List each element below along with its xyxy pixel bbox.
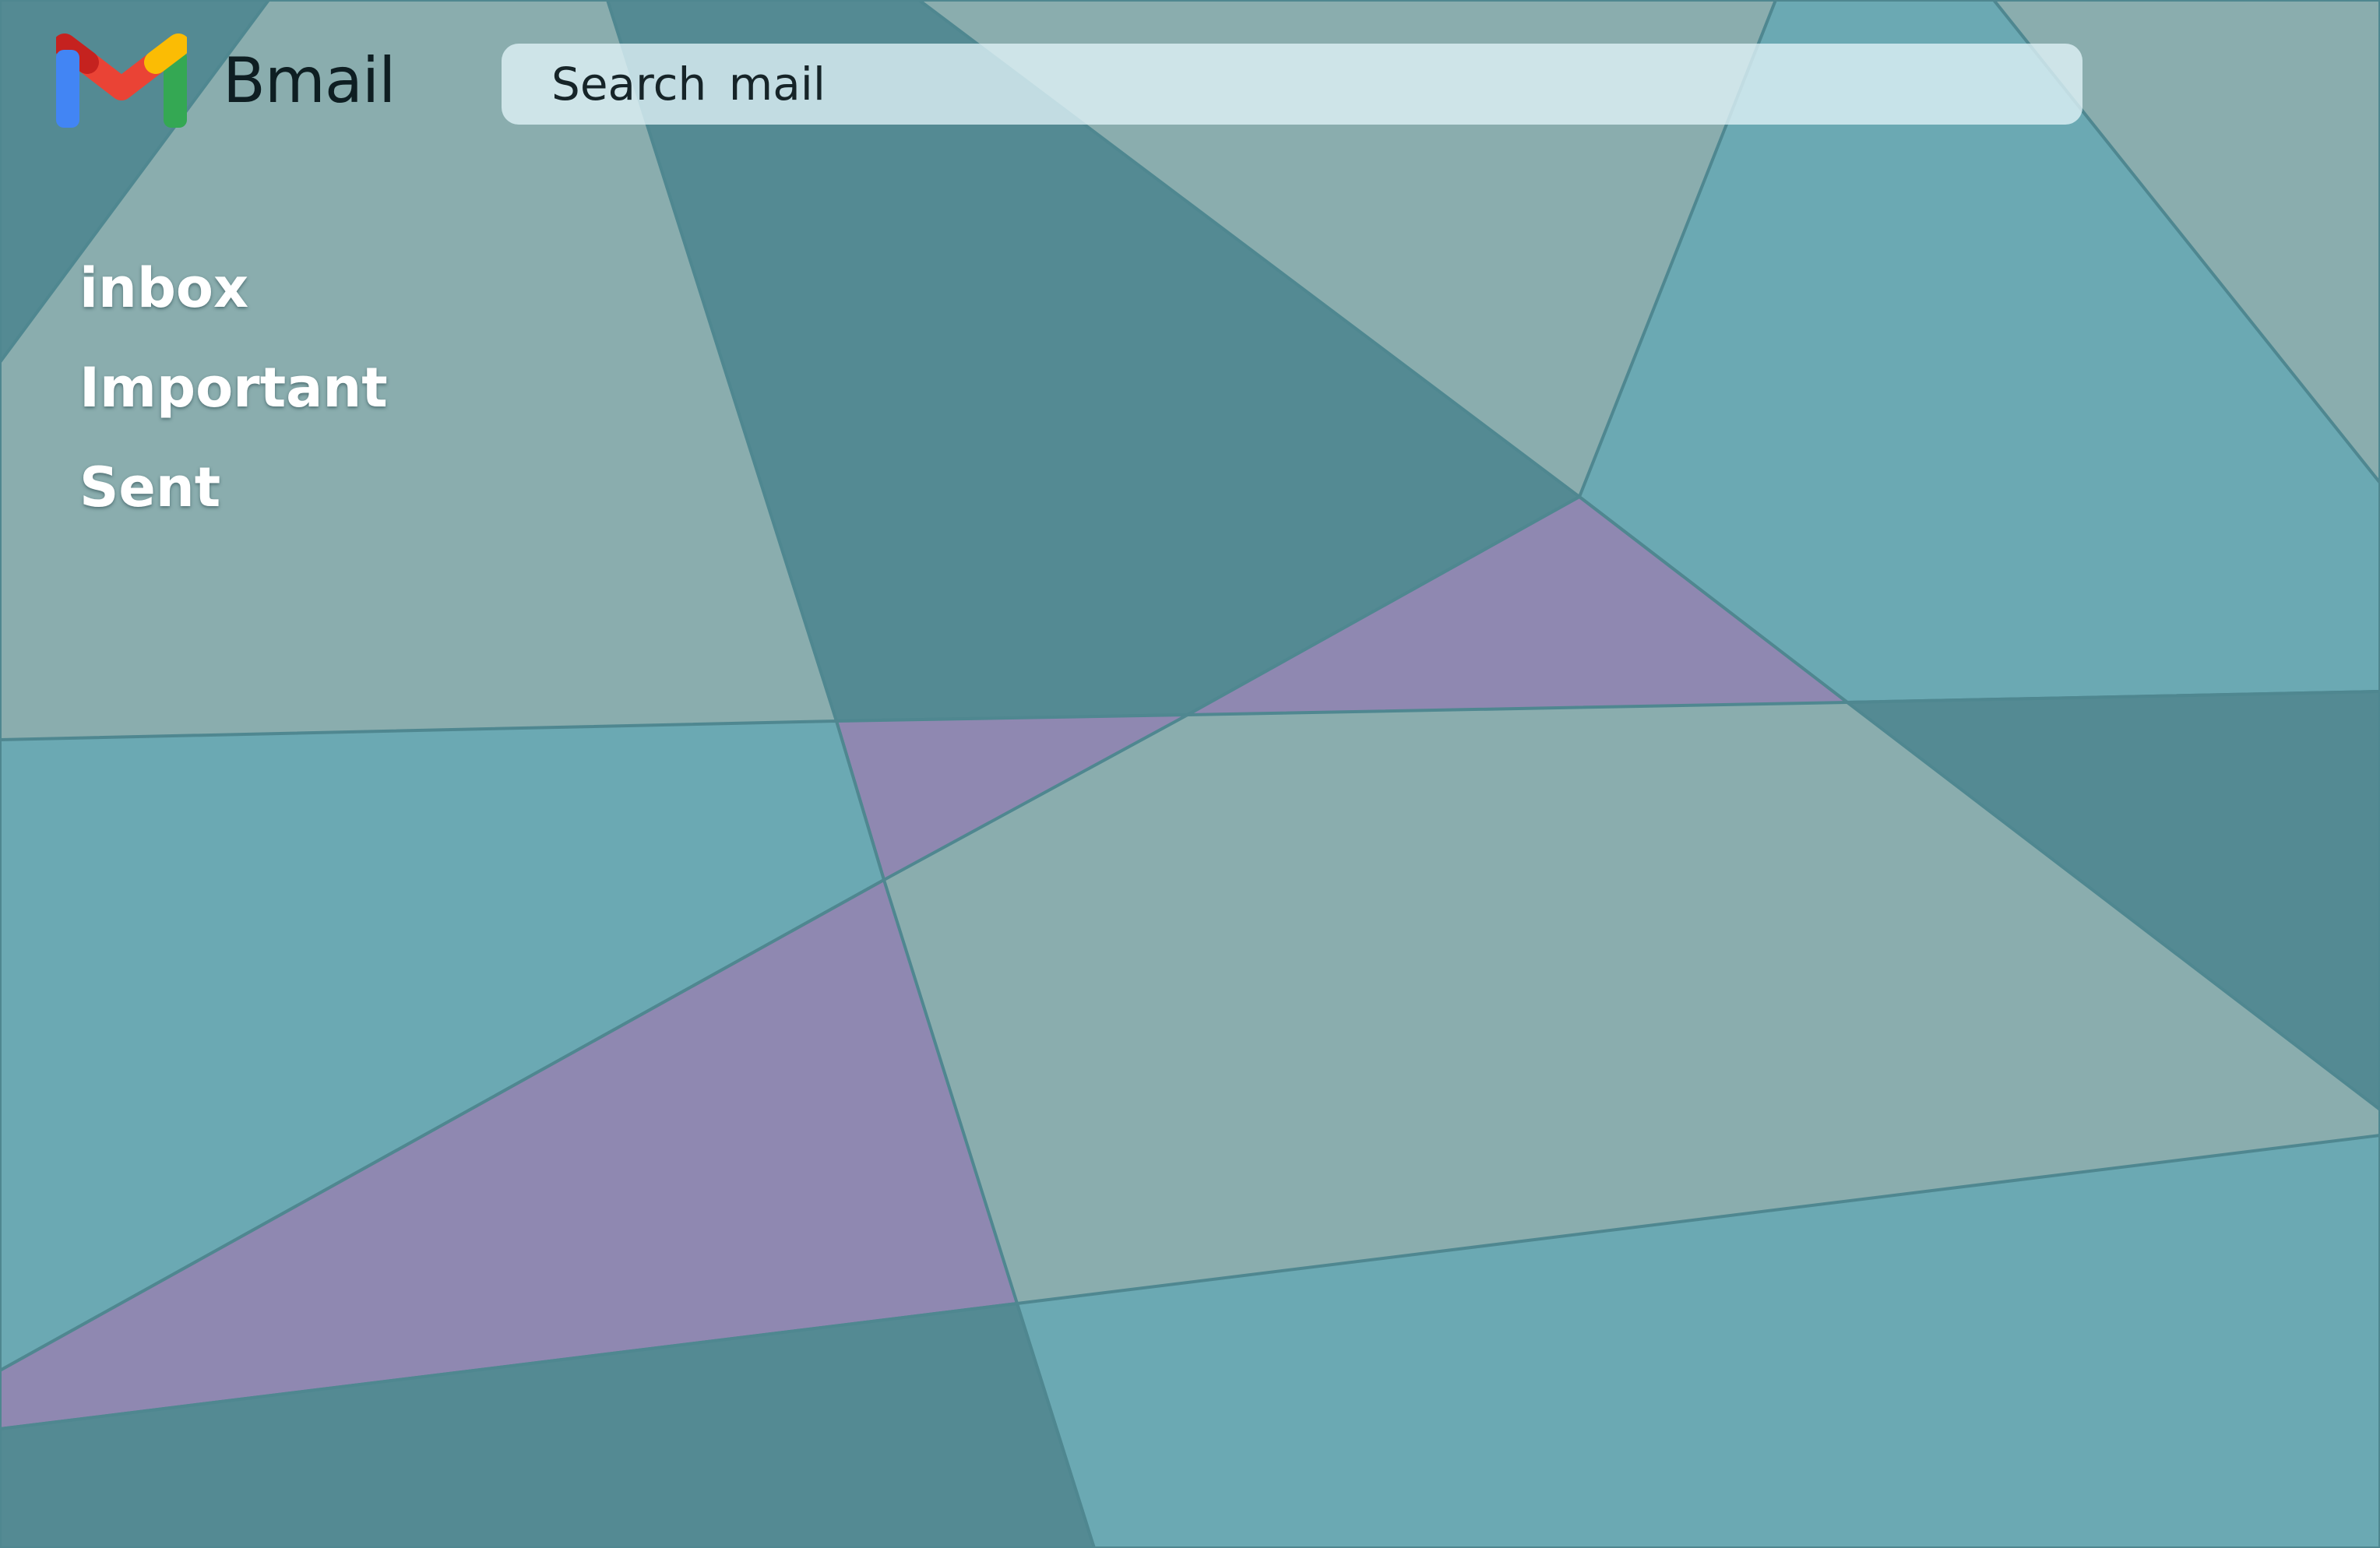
desktop: Bmail Search mail inbox Important Sent [0, 0, 2380, 1548]
logo-yellow-corner [144, 33, 187, 74]
sidebar-item-sent[interactable]: Sent [79, 447, 388, 547]
sidebar-nav: inbox Important Sent [79, 248, 388, 547]
search-bar[interactable]: Search mail [502, 44, 2082, 125]
gmail-m-logo-icon[interactable] [56, 30, 187, 128]
sidebar-item-inbox[interactable]: inbox [79, 248, 388, 347]
search-input-placeholder[interactable]: Search mail [551, 58, 826, 111]
logo-blue-leg [56, 50, 79, 128]
sidebar-item-important[interactable]: Important [79, 347, 388, 447]
app-name: Bmail [223, 44, 396, 117]
wallpaper-background [0, 0, 2380, 1548]
